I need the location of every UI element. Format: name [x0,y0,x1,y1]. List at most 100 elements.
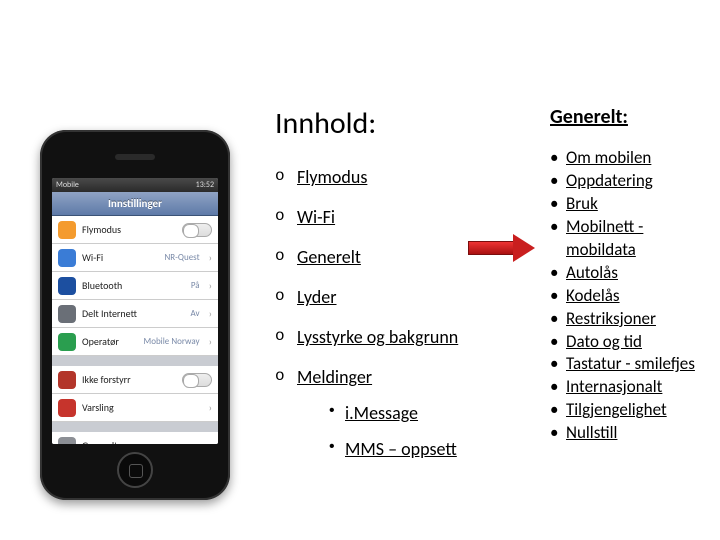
row-label: Ikke forstyrr [82,373,176,386]
row-label: Flymodus [82,223,176,236]
generelt-item: Restriksjoner [550,308,710,331]
link-meldinger[interactable]: Meldinger [297,366,372,388]
generelt-heading: Generelt: [550,105,710,129]
generelt-link[interactable]: Dato og tid [566,331,642,352]
row-label: Delt Internett [82,307,185,320]
chevron-right-icon: › [209,279,212,292]
link-flymodus[interactable]: Flymodus [297,166,367,188]
generelt-link[interactable]: Kodelås [566,285,620,306]
link-imessage[interactable]: i.Message [345,402,418,424]
carrier-label: Mobile [56,180,79,190]
sub-item: i.Message [327,402,495,424]
link-generelt[interactable]: Generelt [297,246,361,268]
row-icon [58,221,76,239]
generelt-link[interactable]: Bruk [566,193,598,214]
settings-group-1: FlymodusWi-FiNR-Quest›BluetoothPå›Delt I… [52,216,218,356]
innhold-item: Lysstyrke og bakgrunn [275,326,495,348]
generelt-item: Bruk [550,193,710,216]
row-detail: På [191,280,200,291]
generelt-item: Om mobilen [550,147,710,170]
generelt-item: Dato og tid [550,331,710,354]
chevron-right-icon: › [209,335,212,348]
link-wifi[interactable]: Wi-Fi [297,206,335,228]
settings-group-3: Generelt › [52,432,218,444]
arrow-body [468,241,514,255]
settings-row[interactable]: Flymodus [52,216,218,244]
generelt-column: Generelt: Om mobilenOppdateringBrukMobil… [550,105,710,445]
chevron-right-icon: › [209,401,212,414]
generelt-link[interactable]: Tilgjengelighet [566,399,667,420]
innhold-item: Lyder [275,286,495,308]
generelt-item: Nullstill [550,422,710,445]
group-gap [52,356,218,366]
innhold-list: Flymodus Wi-Fi Generelt Lyder Lysstyrke … [275,166,495,460]
row-label: Bluetooth [82,279,185,292]
generelt-item: Kodelås [550,285,710,308]
generelt-item: Autolås [550,262,710,285]
phone-earpiece [115,154,155,160]
home-button[interactable] [117,452,153,488]
innhold-item: Wi-Fi [275,206,495,228]
group-gap [52,422,218,432]
generelt-item: Tilgjengelighet [550,399,710,422]
innhold-heading: Innhold: [275,105,495,142]
generelt-link[interactable]: Tastatur - smilefjes [566,353,695,374]
settings-row[interactable]: Varsling › [52,394,218,422]
generelt-item: Mobilnett - mobildata [550,216,710,262]
row-label: Operatør [82,335,138,348]
innhold-item: Meldinger i.Message MMS – oppsett [275,366,495,460]
row-label: Wi-Fi [82,251,158,264]
settings-group-2: Ikke forstyrr Varsling › [52,366,218,422]
row-label: Generelt [82,439,203,444]
link-mms[interactable]: MMS – oppsett [345,438,457,460]
generelt-item: Internasjonalt [550,376,710,399]
slide: Mobile 13:52 Innstillinger Flymodus Wi-Fi… [0,0,720,540]
generelt-item: Oppdatering [550,170,710,193]
chevron-right-icon: › [209,307,212,320]
generelt-link[interactable]: Restriksjoner [566,308,656,329]
generelt-item: Tastatur - smilefjes [550,353,710,376]
generelt-link[interactable]: Mobilnett - mobildata [566,216,643,260]
settings-row[interactable]: Operatør Mobile Norway › [52,328,218,356]
innhold-item: Flymodus [275,166,495,188]
row-icon [58,371,76,389]
generelt-link[interactable]: Autolås [566,262,618,283]
generelt-link[interactable]: Om mobilen [566,147,651,168]
row-detail: NR-Quest [164,252,199,263]
innhold-column: Innhold: Flymodus Wi-Fi Generelt Lyder L… [275,105,495,474]
row-detail: Mobile Norway [144,336,200,347]
settings-row[interactable]: Wi-Fi NR-Quest › [52,244,218,272]
row-icon [58,333,76,351]
nav-title: Innstillinger [52,192,218,216]
settings-row[interactable]: Ikke forstyrr [52,366,218,394]
row-icon [58,305,76,323]
settings-row[interactable]: Delt Internett Av › [52,300,218,328]
innhold-item: Generelt [275,246,495,268]
sub-item: MMS – oppsett [327,438,495,460]
meldinger-sublist: i.Message MMS – oppsett [327,402,495,460]
settings-row[interactable]: Bluetooth På › [52,272,218,300]
generelt-link[interactable]: Nullstill [566,422,617,443]
clock-label: 13:52 [196,180,214,190]
generelt-link[interactable]: Internasjonalt [566,376,662,397]
phone-screen: Mobile 13:52 Innstillinger Flymodus Wi-Fi… [52,178,218,444]
toggle-switch[interactable] [182,223,212,237]
row-label: Varsling [82,401,203,414]
row-icon [58,399,76,417]
settings-row[interactable]: Generelt › [52,432,218,444]
row-icon [58,277,76,295]
phone-frame: Mobile 13:52 Innstillinger Flymodus Wi-Fi… [40,130,230,500]
generelt-link[interactable]: Oppdatering [566,170,653,191]
chevron-right-icon: › [209,439,212,444]
chevron-right-icon: › [209,251,212,264]
generelt-list: Om mobilenOppdateringBrukMobilnett - mob… [550,147,710,445]
row-detail: Av [191,308,200,319]
row-icon [58,249,76,267]
arrow-head [513,234,535,262]
arrow-icon [468,234,538,262]
row-icon [58,437,76,445]
link-lyder[interactable]: Lyder [297,286,337,308]
toggle-switch[interactable] [182,373,212,387]
link-lysstyrke[interactable]: Lysstyrke og bakgrunn [297,326,458,348]
status-bar: Mobile 13:52 [52,178,218,192]
